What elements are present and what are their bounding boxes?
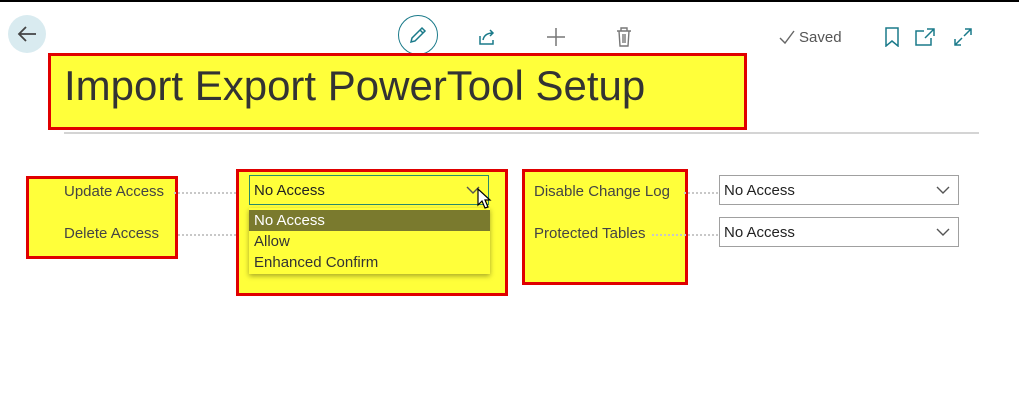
dropdown-option-no-access[interactable]: No Access [249,210,490,231]
dropdown-option-enhanced-confirm[interactable]: Enhanced Confirm [249,252,490,273]
back-button[interactable] [8,15,46,53]
window-top-border [0,0,1019,2]
share-icon [479,29,495,45]
protected-tables-select[interactable]: No Access [719,217,959,247]
delete-button[interactable] [611,24,637,50]
disable-change-log-value: No Access [724,181,795,199]
open-in-new-window-button[interactable] [912,24,938,50]
update-access-select[interactable]: No Access [249,175,489,205]
edit-button[interactable] [398,15,438,55]
protected-tables-label: Protected Tables [534,225,646,242]
field-leader-dots [684,192,718,194]
plus-icon [547,28,565,46]
edit-icon [409,26,427,44]
field-leader-dots [178,234,236,236]
update-access-value: No Access [254,181,325,199]
checkmark-icon [779,30,795,45]
new-button[interactable] [543,24,569,50]
delete-access-label: Delete Access [64,225,160,242]
mouse-cursor-icon [477,188,492,209]
saved-status: Saved [778,26,842,48]
disable-change-log-label: Disable Change Log [534,183,670,200]
update-access-dropdown-list: No Access Allow Enhanced Confirm [249,208,490,274]
page-title: Import Export PowerTool Setup [64,62,646,109]
saved-label: Saved [799,28,842,46]
popout-icon [915,28,935,46]
trash-icon [617,27,631,47]
field-leader-dots [174,192,236,194]
protected-tables-value: No Access [724,223,795,241]
update-access-label: Update Access [64,183,165,200]
bookmark-icon [885,27,899,47]
bookmark-button[interactable] [880,24,904,50]
dropdown-option-allow[interactable]: Allow [249,231,490,252]
chevron-down-icon [936,186,950,194]
disable-change-log-select[interactable]: No Access [719,175,959,205]
back-arrow-icon [17,26,36,42]
title-divider [64,132,979,134]
expand-button[interactable] [950,24,976,50]
share-button[interactable] [474,24,500,50]
field-leader-dots [652,234,718,236]
expand-icon [954,28,972,46]
chevron-down-icon [936,228,950,236]
